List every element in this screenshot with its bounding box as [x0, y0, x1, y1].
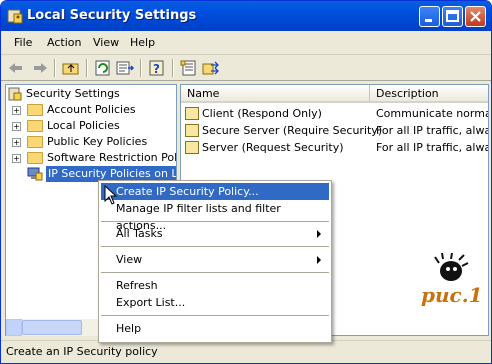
list-row[interactable]: Secure Server (Require Security) For all…	[183, 122, 488, 139]
forward-icon[interactable]	[30, 59, 50, 77]
policy-description: Communicate normally (unsecured).	[376, 107, 488, 120]
policy-name: Server (Request Security)	[202, 141, 344, 154]
maximize-button[interactable]	[442, 6, 463, 27]
tree-item-label: Account Policies	[47, 103, 136, 116]
window-title: Local Security Settings	[27, 8, 197, 23]
tree-root-label: Security Settings	[26, 87, 120, 100]
menu-item-label: All Tasks	[116, 227, 163, 240]
title-bar[interactable]: Local Security Settings	[1, 1, 491, 31]
tree-item-label: Local Policies	[47, 119, 120, 132]
tree-item-label: Software Restriction Policies	[47, 151, 176, 164]
policy-icon	[185, 107, 199, 120]
toolbar-separator	[140, 59, 142, 77]
folder-icon	[27, 104, 43, 116]
watermark-text: puc.1	[421, 283, 483, 307]
menu-action[interactable]: Action	[47, 36, 81, 49]
assign-icon[interactable]	[201, 59, 221, 77]
policy-icon	[185, 141, 199, 154]
security-settings-icon	[8, 87, 22, 101]
toolbar-separator	[54, 59, 56, 77]
tree-item-software-restriction-policies[interactable]: + Software Restriction Policies	[6, 150, 176, 166]
list-row[interactable]: Client (Respond Only) Communicate normal…	[183, 105, 488, 122]
folder-icon	[27, 136, 43, 148]
context-menu: Create IP Security Policy... Manage IP f…	[98, 180, 332, 343]
scroll-thumb[interactable]	[22, 320, 82, 335]
policy-description: For all IP traffic, always require	[376, 124, 488, 137]
menu-item-refresh[interactable]: Refresh	[101, 277, 329, 294]
menu-file[interactable]: File	[14, 36, 32, 49]
properties-icon[interactable]	[179, 59, 199, 77]
menu-item-help[interactable]: Help	[101, 320, 329, 337]
expand-icon[interactable]: +	[12, 106, 21, 115]
close-icon	[470, 11, 481, 22]
menu-item-manage-ip-filter-lists[interactable]: Manage IP filter lists and filter action…	[101, 200, 329, 232]
minimize-button[interactable]	[419, 6, 440, 27]
menu-item-create-ip-security-policy[interactable]: Create IP Security Policy...	[101, 183, 329, 200]
menu-separator	[101, 315, 329, 316]
menu-separator	[101, 272, 329, 273]
column-header-description[interactable]: Description	[370, 85, 488, 103]
menu-separator	[101, 221, 329, 222]
close-button[interactable]	[465, 6, 486, 27]
menu-view[interactable]: View	[93, 36, 119, 49]
refresh-icon[interactable]	[93, 59, 113, 77]
ip-security-icon	[27, 167, 43, 181]
column-header-name[interactable]: Name	[181, 85, 370, 103]
tree-item-local-policies[interactable]: + Local Policies	[6, 118, 176, 134]
policy-name: Client (Respond Only)	[202, 107, 322, 120]
security-settings-icon	[7, 9, 23, 24]
help-icon[interactable]: ?	[147, 59, 167, 77]
expand-icon[interactable]: +	[12, 138, 21, 147]
menu-item-label: View	[116, 253, 143, 266]
toolbar: ?	[1, 56, 491, 81]
menu-item-view[interactable]: View	[101, 251, 329, 268]
menu-separator	[101, 246, 329, 247]
expand-icon[interactable]: +	[12, 122, 21, 131]
policy-name: Secure Server (Require Security)	[202, 124, 383, 137]
export-list-icon[interactable]	[115, 59, 135, 77]
status-text: Create an IP Security policy	[6, 345, 158, 358]
folder-icon	[27, 152, 43, 164]
folder-icon	[27, 120, 43, 132]
watermark-creature-icon	[434, 253, 469, 281]
submenu-arrow-icon	[317, 256, 321, 264]
menu-bar: File Action View Help	[1, 31, 491, 55]
tree-item-label: Public Key Policies	[47, 135, 148, 148]
up-folder-icon[interactable]	[61, 59, 81, 77]
status-bar: Create an IP Security policy	[1, 340, 491, 363]
submenu-arrow-icon	[317, 230, 321, 238]
svg-text:?: ?	[153, 62, 160, 76]
scroll-left-button[interactable]	[6, 319, 22, 336]
menu-item-all-tasks[interactable]: All Tasks	[101, 225, 329, 242]
policy-description: For all IP traffic, always request	[376, 141, 488, 154]
menu-item-export-list[interactable]: Export List...	[101, 294, 329, 311]
expand-icon[interactable]: +	[12, 154, 21, 163]
policy-icon	[185, 124, 199, 137]
window: Local Security Settings File Action View…	[0, 0, 492, 364]
toolbar-separator	[172, 59, 174, 77]
mouse-cursor-icon	[104, 185, 118, 205]
minimize-icon	[425, 19, 432, 22]
toolbar-separator	[86, 59, 88, 77]
maximize-icon	[446, 10, 459, 22]
tree-item-account-policies[interactable]: + Account Policies	[6, 102, 176, 118]
list-row[interactable]: Server (Request Security) For all IP tra…	[183, 139, 488, 156]
tree-item-public-key-policies[interactable]: + Public Key Policies	[6, 134, 176, 150]
menu-help[interactable]: Help	[130, 36, 155, 49]
back-icon[interactable]	[6, 59, 26, 77]
